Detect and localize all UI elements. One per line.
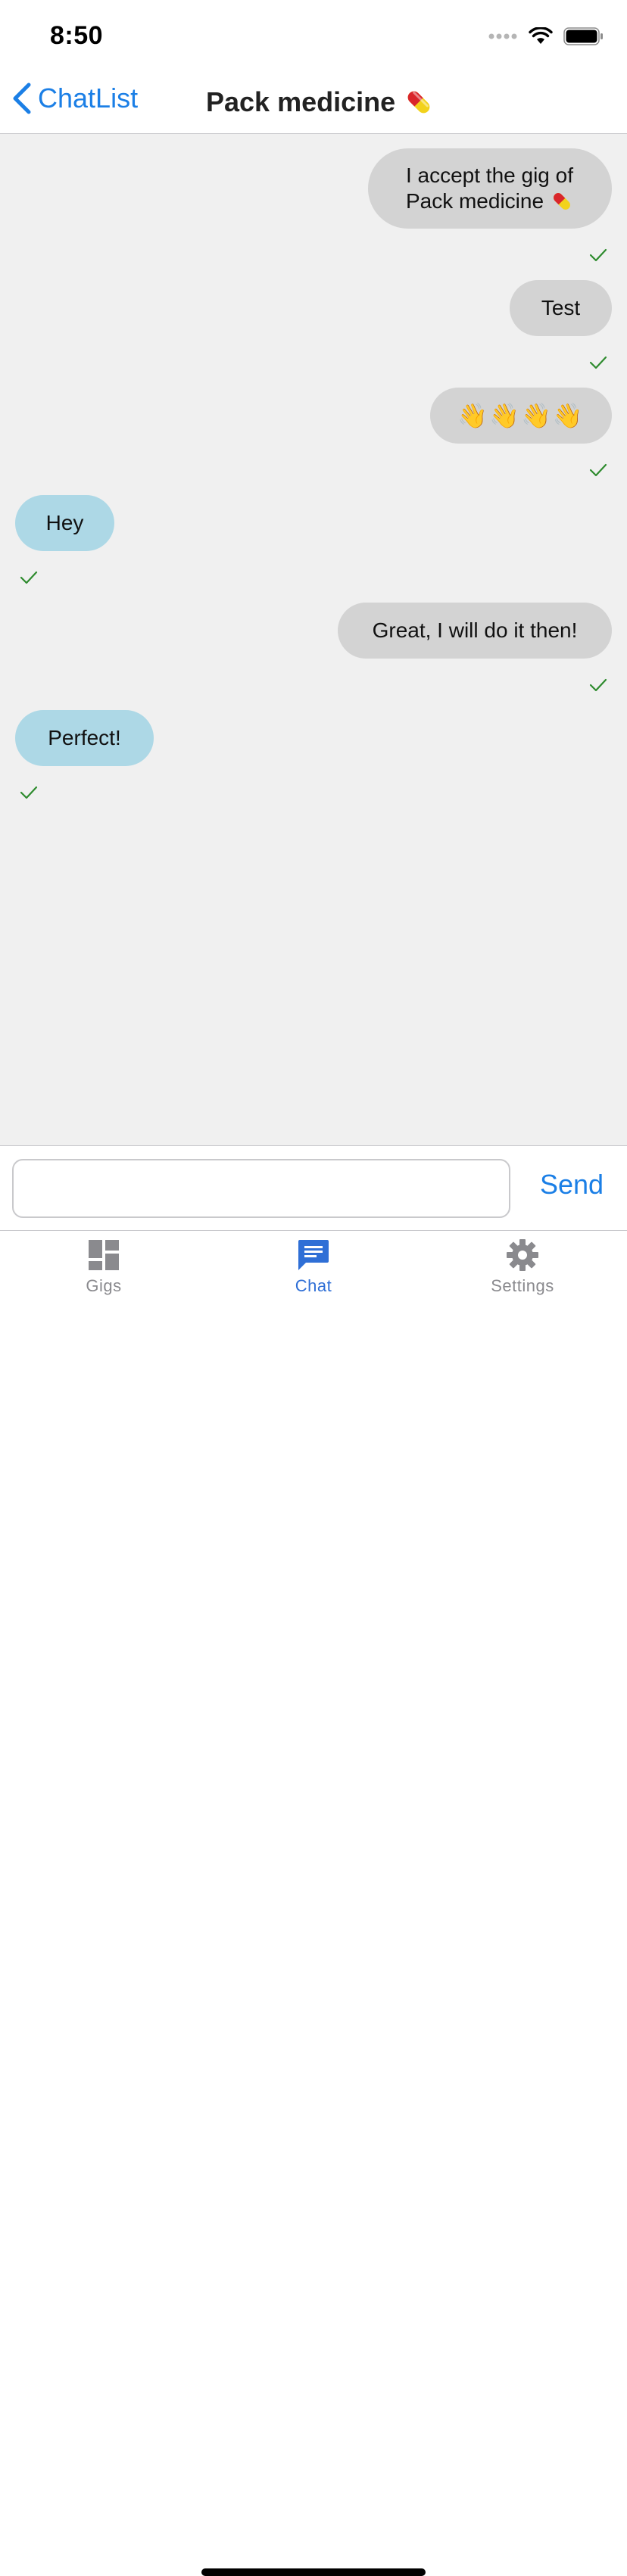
status-bar: 8:50 xyxy=(0,0,627,73)
checkmark-icon xyxy=(589,678,607,692)
message-bubble-outgoing[interactable]: 👋👋👋👋 xyxy=(430,388,612,444)
composer-bar: Send xyxy=(0,1146,627,1231)
checkmark-icon xyxy=(589,463,607,477)
send-button[interactable]: Send xyxy=(530,1169,613,1201)
dashboard-icon xyxy=(89,1240,119,1270)
tab-bar: Gigs Chat Settings xyxy=(0,1231,627,2576)
pill-icon xyxy=(407,91,430,114)
chat-icon xyxy=(298,1240,329,1270)
home-indicator[interactable] xyxy=(201,2568,426,2576)
message-line-group: Pack medicine xyxy=(406,188,574,214)
page-title-text: Pack medicine xyxy=(206,86,396,117)
message-bubble-outgoing[interactable]: I accept the gig of Pack medicine xyxy=(368,148,612,229)
tab-label: Settings xyxy=(491,1276,554,1295)
pill-icon xyxy=(554,193,570,210)
message-text: 👋👋👋👋 xyxy=(457,401,585,430)
signal-icon xyxy=(488,33,517,39)
tab-label: Chat xyxy=(295,1276,332,1295)
message-text: Great, I will do it then! xyxy=(372,618,578,642)
wifi-icon xyxy=(529,27,553,44)
message-bubble-outgoing[interactable]: Great, I will do it then! xyxy=(338,603,612,659)
page-title: Pack medicine xyxy=(206,86,435,118)
message-text: I accept the gig of Pack medicine xyxy=(406,163,574,214)
tab-label: Gigs xyxy=(86,1276,122,1295)
message-input[interactable] xyxy=(12,1159,510,1218)
checkmark-icon xyxy=(20,786,38,799)
message-bubble-incoming[interactable]: Perfect! xyxy=(15,710,154,766)
message-line: Pack medicine xyxy=(405,189,544,213)
message-text: Hey xyxy=(45,511,84,534)
checkmark-icon xyxy=(20,571,38,584)
message-bubble-incoming[interactable]: Hey xyxy=(15,495,114,551)
back-button[interactable]: ChatList xyxy=(11,82,138,115)
checkmark-icon xyxy=(589,248,607,262)
nav-bar: ChatList Pack medicine xyxy=(0,73,627,134)
chevron-left-icon xyxy=(13,83,31,114)
message-text: Perfect! xyxy=(48,726,121,749)
message-text: Test xyxy=(541,296,581,319)
chat-area[interactable]: I accept the gig of Pack medicine Test 👋… xyxy=(0,134,627,1146)
tab-settings[interactable]: Settings xyxy=(454,1238,591,1296)
message-bubble-outgoing[interactable]: Test xyxy=(510,280,612,336)
checkmark-icon xyxy=(589,356,607,369)
message-line: I accept the gig of xyxy=(405,164,573,187)
back-label: ChatList xyxy=(38,83,139,114)
tab-chat[interactable]: Chat xyxy=(245,1238,382,1296)
status-time: 8:50 xyxy=(50,21,104,50)
battery-icon xyxy=(563,27,603,45)
gear-icon xyxy=(507,1239,538,1271)
status-icons xyxy=(488,27,604,45)
tab-gigs[interactable]: Gigs xyxy=(36,1238,172,1296)
